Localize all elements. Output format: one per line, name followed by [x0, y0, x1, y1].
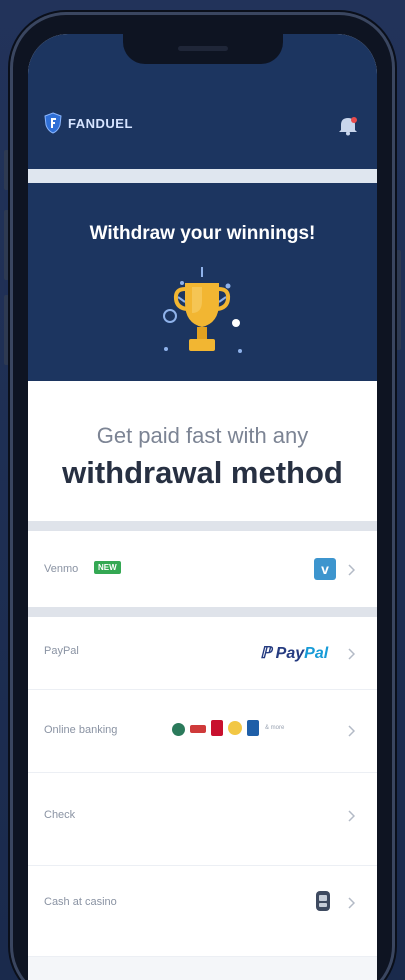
- brand-logo[interactable]: FANDUEL: [44, 112, 133, 134]
- method-label: Check: [44, 809, 76, 821]
- chevron-right-icon: [348, 725, 355, 737]
- promo-subtitle: Get paid fast with any: [96, 423, 309, 448]
- bank-logo: [211, 720, 223, 736]
- method-label: Online banking: [44, 724, 118, 736]
- chevron-right-icon: [348, 897, 355, 909]
- paypal-logo-pal: Pal: [304, 645, 329, 662]
- divider-strip: [28, 169, 377, 183]
- phone-screen: FANDUEL Withdraw your winnings! Get paid…: [28, 34, 377, 980]
- bank-logo: [247, 720, 259, 736]
- chevron-right-icon: [348, 564, 355, 576]
- bank-logo: [190, 725, 206, 733]
- chevron-right-icon: [348, 810, 355, 822]
- phone-side-button: [4, 150, 9, 190]
- phone-notch: [123, 34, 283, 64]
- speaker-grille: [178, 46, 228, 51]
- method-label: Venmo: [44, 563, 79, 575]
- promo-title: withdrawal method: [62, 455, 343, 490]
- section-divider: [28, 607, 377, 617]
- venmo-icon: v: [314, 558, 336, 580]
- method-label: Cash at casino: [44, 896, 117, 908]
- trophy-icon: [163, 267, 242, 353]
- brand-name: FANDUEL: [68, 115, 133, 131]
- shield-logo-icon: [44, 112, 62, 134]
- paypal-logo-pay: Pay: [275, 645, 305, 662]
- more-banks-label: & more: [265, 725, 285, 731]
- background: FANDUEL Withdraw your winnings! Get paid…: [0, 0, 405, 980]
- bank-logo: [228, 721, 242, 735]
- bank-logo: [172, 723, 185, 736]
- cash-cage-icon: [316, 891, 330, 911]
- phone-power-button: [396, 250, 401, 350]
- phone-side-button: [4, 210, 9, 280]
- notification-icon[interactable]: [337, 114, 359, 136]
- new-badge: NEW: [94, 561, 121, 574]
- paypal-icon: ℙ PayPal: [260, 645, 329, 662]
- section-divider: [28, 521, 377, 531]
- phone-frame: FANDUEL Withdraw your winnings! Get paid…: [10, 12, 395, 980]
- method-row-venmo[interactable]: Venmo NEW v: [28, 531, 377, 608]
- method-row-online-banking[interactable]: Online banking & more: [28, 690, 377, 773]
- hero-banner: Withdraw your winnings!: [28, 183, 377, 381]
- phone-side-button: [4, 295, 9, 365]
- method-row-cash-at-casino[interactable]: Cash at casino: [28, 866, 377, 957]
- method-row-check[interactable]: Check: [28, 773, 377, 866]
- promo-section: Get paid fast with any withdrawal method: [28, 381, 377, 521]
- hero-title: Withdraw your winnings!: [89, 223, 316, 244]
- method-label: PayPal: [44, 645, 79, 657]
- method-row-paypal[interactable]: PayPal ℙ PayPal: [28, 617, 377, 690]
- chevron-right-icon: [348, 648, 355, 660]
